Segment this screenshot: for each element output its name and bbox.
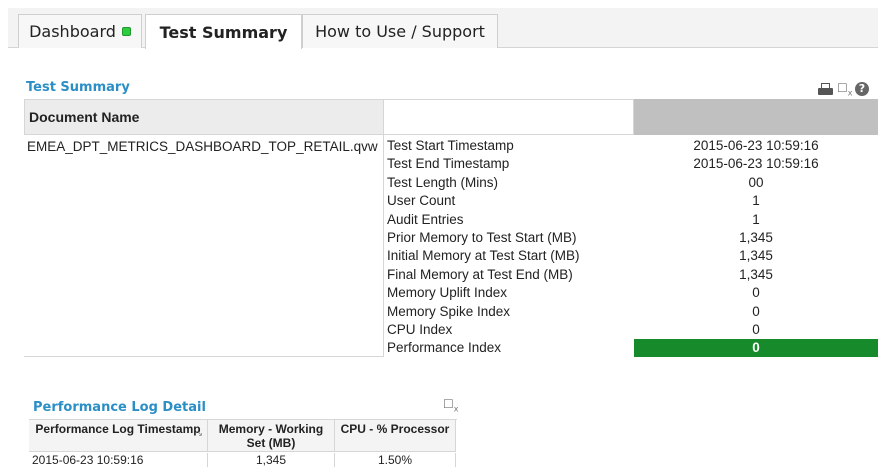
- metric-label: Test Length (Mins): [387, 174, 499, 190]
- metric-label: Final Memory at Test End (MB): [387, 266, 573, 282]
- column-header-label: Memory - Working Set (MB): [218, 422, 324, 450]
- column-header-memory[interactable]: Memory - Working Set (MB): [208, 420, 335, 452]
- export-excel-icon[interactable]: ☐x: [443, 397, 459, 413]
- table-row[interactable]: Test Length (Mins) 00: [384, 174, 878, 192]
- metric-label: User Count: [387, 193, 456, 209]
- table-row[interactable]: Initial Memory at Test Start (MB) 1,345: [384, 247, 878, 265]
- metric-value: 0: [752, 285, 760, 301]
- metric-value: 00: [748, 174, 764, 190]
- tab-label: Dashboard: [29, 22, 116, 41]
- metric-value: 1,345: [739, 229, 773, 245]
- help-icon[interactable]: ?: [855, 82, 869, 96]
- table-row[interactable]: Final Memory at Test End (MB) 1,345: [384, 266, 878, 284]
- metric-label: Test Start Timestamp: [387, 138, 514, 153]
- table-row[interactable]: Test Start Timestamp 2015-06-23 10:59:16: [384, 137, 878, 155]
- tab-label: How to Use / Support: [315, 22, 485, 41]
- table-row[interactable]: Audit Entries 1: [384, 211, 878, 229]
- column-header-label: Performance Log Timestamp: [35, 422, 201, 436]
- status-dot-icon: [121, 27, 131, 36]
- table-row[interactable]: User Count 1: [384, 192, 878, 210]
- column-header-label: CPU - % Processor: [340, 422, 450, 436]
- table-row[interactable]: Test End Timestamp 2015-06-23 10:59:16: [384, 155, 878, 173]
- metric-rows: Test Start Timestamp 2015-06-23 10:59:16 …: [384, 137, 878, 358]
- tab-how-to-use[interactable]: How to Use / Support: [302, 14, 498, 48]
- table-row[interactable]: CPU Index 0: [384, 321, 878, 339]
- summary-toolbar: ☐x ?: [817, 81, 869, 97]
- tab-dashboard[interactable]: Dashboard: [18, 14, 142, 48]
- metric-value: 0: [752, 303, 760, 319]
- metric-value: 1: [752, 193, 760, 209]
- column-header-cpu[interactable]: CPU - % Processor: [335, 420, 456, 452]
- document-name-header[interactable]: Document Name: [24, 99, 384, 135]
- perf-log-table: Performance Log Timestamp ↘ Memory - Wor…: [29, 419, 457, 467]
- sort-arrow-icon: ↘: [195, 428, 203, 438]
- metric-label: Prior Memory to Test Start (MB): [387, 229, 577, 245]
- table-cell[interactable]: 1.50%: [335, 453, 456, 467]
- metric-value: 2015-06-23 10:59:16: [693, 156, 819, 172]
- document-name-value[interactable]: EMEA_DPT_METRICS_DASHBOARD_TOP_RETAIL.qv…: [24, 135, 384, 357]
- metric-value: 1,345: [739, 248, 773, 264]
- metric-value: 1,345: [739, 266, 773, 282]
- table-cell[interactable]: 1,345: [208, 453, 335, 467]
- metric-label: Audit Entries: [387, 211, 464, 227]
- metric-header: [384, 99, 634, 135]
- table-row[interactable]: Prior Memory to Test Start (MB) 1,345: [384, 229, 878, 247]
- value-header: [634, 99, 878, 135]
- metric-label: Memory Uplift Index: [387, 285, 508, 301]
- table-row[interactable]: Memory Spike Index 0: [384, 303, 878, 321]
- metric-label: CPU Index: [387, 321, 453, 337]
- table-cell[interactable]: 2015-06-23 10:59:16: [29, 453, 208, 467]
- metric-label: Initial Memory at Test Start (MB): [387, 248, 580, 264]
- summary-table: Document Name EMEA_DPT_METRICS_DASHBOARD…: [24, 99, 878, 358]
- metric-label: Test End Timestamp: [387, 156, 510, 172]
- tab-strip: Dashboard Test Summary How to Use / Supp…: [0, 0, 878, 49]
- metric-value: 2015-06-23 10:59:16: [693, 138, 819, 153]
- summary-title: Test Summary: [26, 80, 130, 95]
- metric-value: 1: [752, 211, 760, 227]
- print-icon[interactable]: [817, 83, 834, 96]
- tab-label: Test Summary: [159, 22, 288, 42]
- performance-index-value: 0: [634, 339, 878, 358]
- metric-value: 0: [752, 321, 760, 337]
- column-header-timestamp[interactable]: Performance Log Timestamp ↘: [29, 420, 208, 452]
- metric-label: Memory Spike Index: [387, 303, 511, 319]
- table-row-performance[interactable]: Performance Index 0: [384, 339, 878, 358]
- export-excel-icon[interactable]: ☐x: [837, 81, 853, 97]
- table-row[interactable]: Memory Uplift Index 0: [384, 284, 878, 302]
- tab-test-summary[interactable]: Test Summary: [145, 14, 302, 49]
- metric-label: Performance Index: [387, 340, 502, 356]
- perf-log-title: Performance Log Detail: [33, 400, 206, 415]
